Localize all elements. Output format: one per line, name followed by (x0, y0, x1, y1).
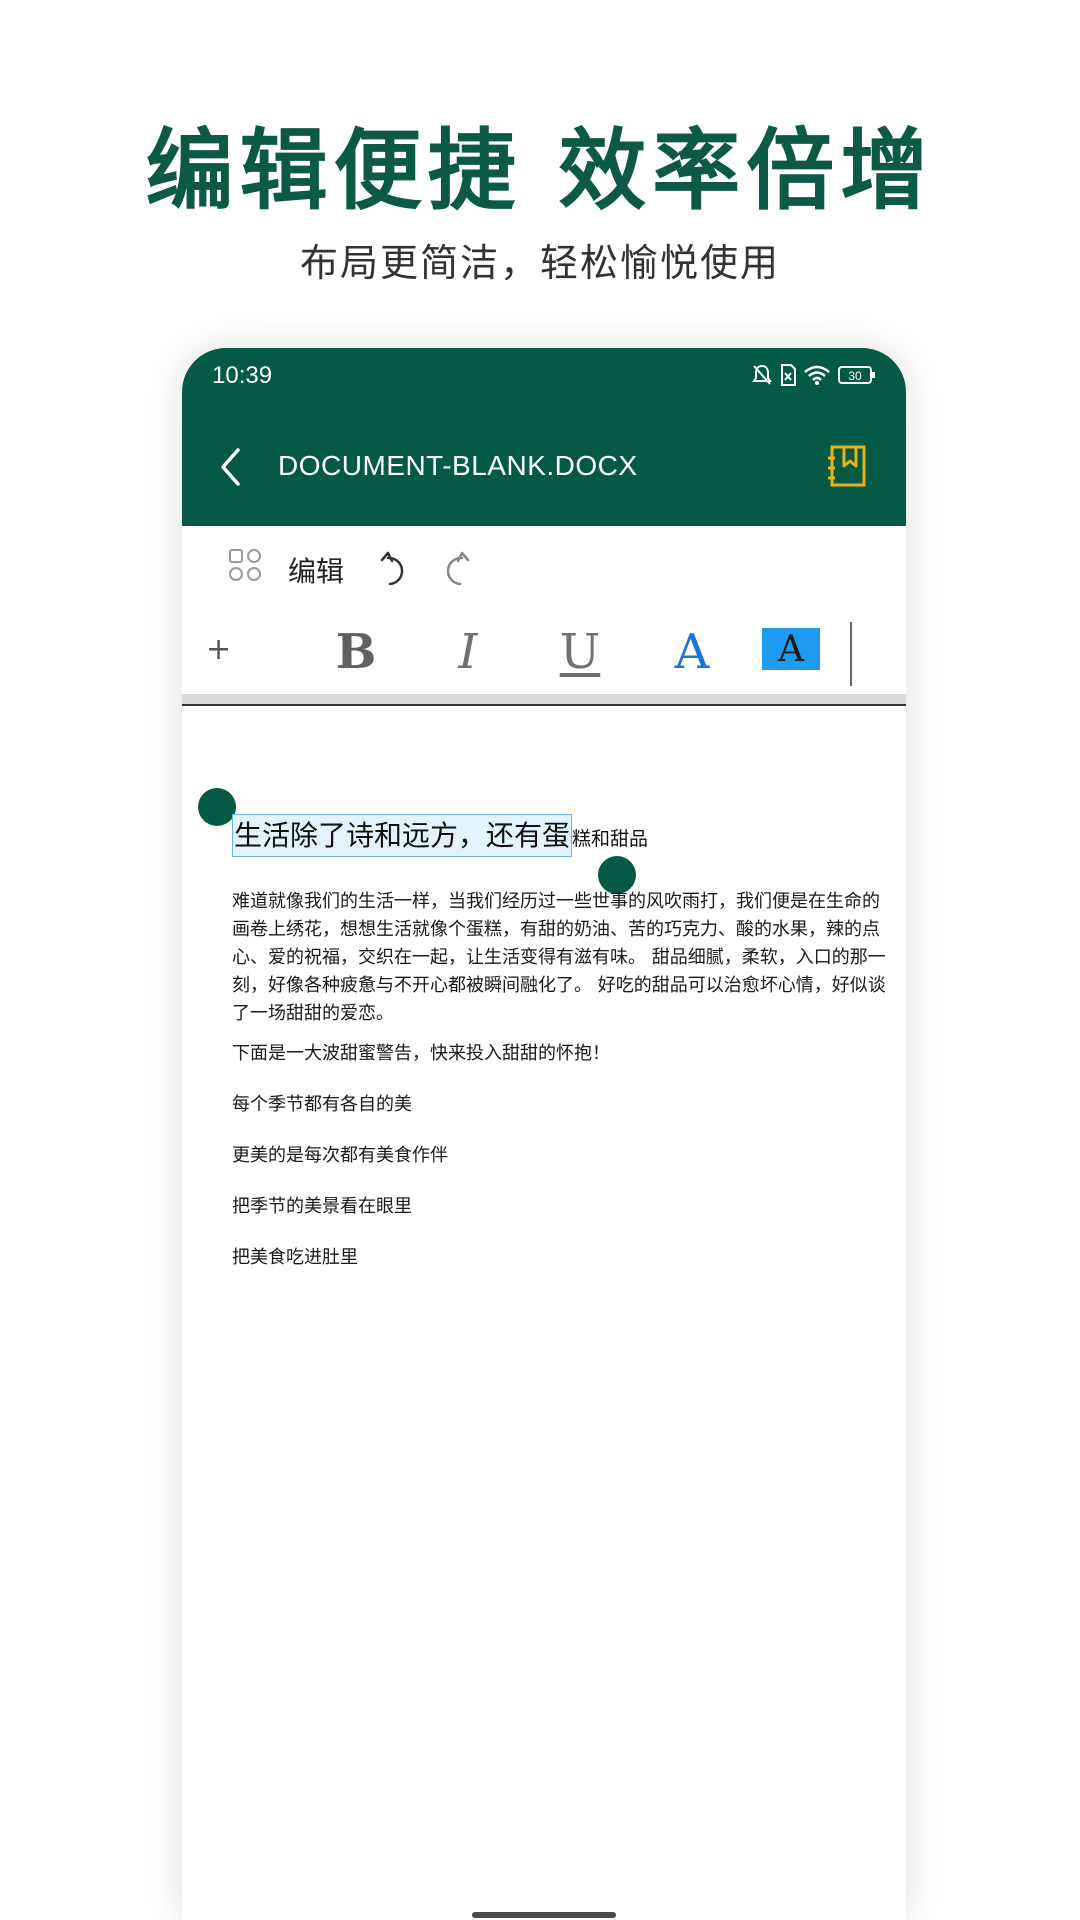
edit-mode-label[interactable]: 编辑 (288, 550, 344, 590)
paragraph[interactable]: 把季节的美景看在眼里 (232, 1193, 894, 1221)
promo-subline: 布局更简洁，轻松愉悦使用 (299, 241, 780, 285)
sim-x-icon (780, 364, 796, 386)
home-indicator (472, 1912, 616, 1918)
document-canvas[interactable]: 生活除了诗和远方，还有蛋 糕和甜品 难道就像我们的生活一样，当我们经历过一些世事的… (182, 706, 906, 1920)
selection-start-handle[interactable] (198, 788, 236, 826)
toolbar-divider (850, 622, 852, 686)
battery-level: 30 (848, 369, 862, 383)
undo-icon[interactable] (380, 550, 410, 592)
paragraph[interactable]: 更美的是每次都有美食作伴 (232, 1142, 894, 1170)
edit-toolbar: 编辑 (182, 526, 906, 615)
highlight-button[interactable]: A (762, 628, 820, 670)
paragraph[interactable]: 每个季节都有各自的美 (232, 1091, 894, 1119)
back-button[interactable] (210, 444, 250, 494)
wifi-icon (804, 365, 830, 385)
app-bar: 10:39 30 DOCUMENT-BLANK.DOCX (182, 348, 906, 526)
mute-bell-icon (752, 364, 772, 386)
bold-button[interactable]: B (326, 622, 386, 682)
heading-rest[interactable]: 糕和甜品 (572, 828, 648, 850)
selected-text[interactable]: 生活除了诗和远方，还有蛋 (232, 814, 573, 857)
paragraph[interactable]: 难道就像我们的生活一样，当我们经历过一些世事的风吹雨打，我们便是在生命的画卷上绣… (232, 888, 894, 1028)
promo-headline: 编辑便捷 效率倍增 (145, 119, 935, 222)
paragraph[interactable]: 下面是一大波甜蜜警告，快来投入甜甜的怀抱！ (232, 1040, 894, 1068)
document-title: DOCUMENT-BLANK.DOCX (278, 450, 638, 481)
apps-grid-icon[interactable] (228, 548, 262, 586)
bookmark-button[interactable] (826, 444, 868, 492)
redo-icon[interactable] (440, 550, 470, 592)
promo-screen: 编辑便捷 效率倍增 布局更简洁，轻松愉悦使用 10:39 30 DOCUMENT… (0, 0, 1080, 1920)
underline-button[interactable]: U (550, 622, 610, 682)
add-button[interactable]: + (206, 632, 231, 667)
chevron-left-icon (218, 447, 242, 491)
italic-button[interactable]: I (438, 622, 498, 682)
paragraph[interactable]: 把美食吃进肚里 (232, 1244, 894, 1272)
battery-icon: 30 (838, 365, 876, 385)
toolbar-separator (182, 694, 906, 706)
status-icons: 30 (752, 364, 876, 386)
phone-frame: 10:39 30 DOCUMENT-BLANK.DOCX 编辑 + B I U … (182, 348, 906, 1920)
status-time: 10:39 (212, 362, 273, 389)
font-color-button[interactable]: A (662, 622, 722, 682)
bookmark-icon (826, 445, 868, 492)
format-toolbar: + B I U A A (182, 614, 906, 694)
document-heading[interactable]: 生活除了诗和远方，还有蛋 糕和甜品 (232, 814, 648, 857)
